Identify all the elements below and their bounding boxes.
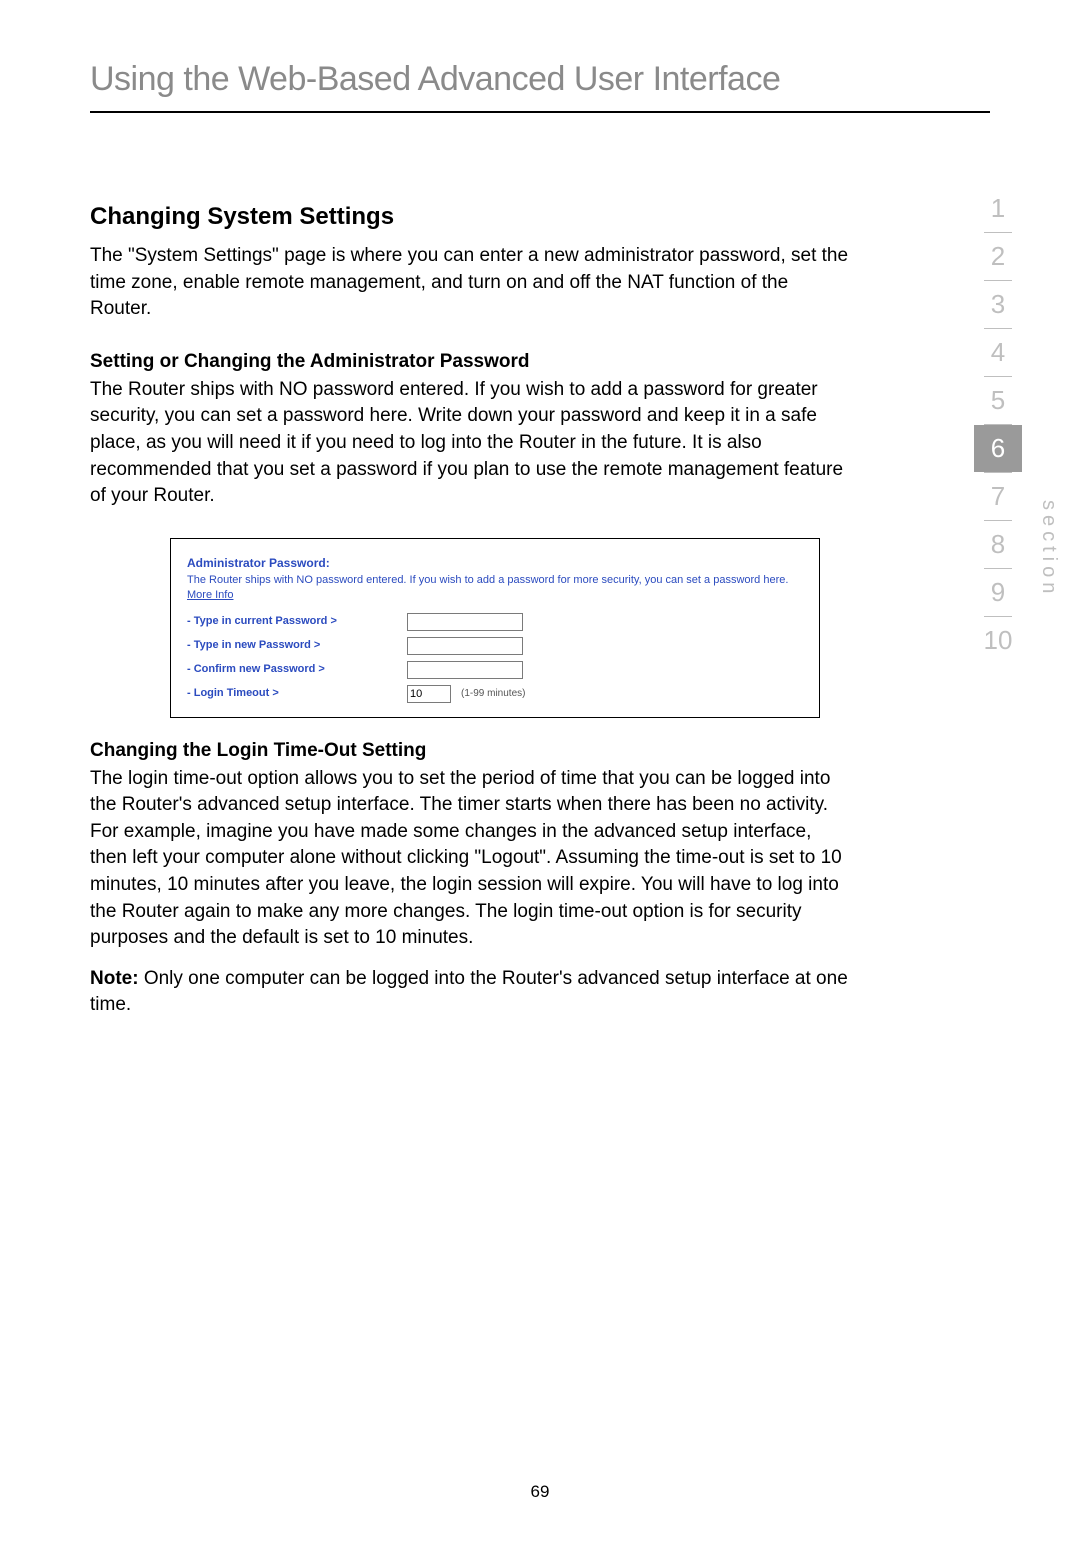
section-nav-item-4[interactable]: 4 — [974, 329, 1022, 376]
note-paragraph: Note: Only one computer can be logged in… — [90, 966, 850, 1019]
current-password-input[interactable] — [407, 613, 523, 631]
more-info-link[interactable]: More Info — [187, 589, 233, 601]
section-nav-item-3[interactable]: 3 — [974, 281, 1022, 328]
intro-paragraph: The "System Settings" page is where you … — [90, 243, 850, 323]
section-nav: 12345678910 — [974, 185, 1022, 664]
confirm-password-input[interactable] — [407, 661, 523, 679]
section-nav-item-8[interactable]: 8 — [974, 521, 1022, 568]
row-login-timeout: - Login Timeout > (1-99 minutes) — [187, 685, 803, 703]
section-nav-item-2[interactable]: 2 — [974, 233, 1022, 280]
panel-desc-text: The Router ships with NO password entere… — [187, 574, 788, 586]
row-current-password: - Type in current Password > — [187, 613, 803, 631]
new-password-input[interactable] — [407, 637, 523, 655]
section-nav-item-9[interactable]: 9 — [974, 569, 1022, 616]
row-confirm-password: - Confirm new Password > — [187, 661, 803, 679]
row-new-password: - Type in new Password > — [187, 637, 803, 655]
heading-changing-system-settings: Changing System Settings — [90, 203, 850, 231]
section-nav-item-1[interactable]: 1 — [974, 185, 1022, 232]
heading-login-timeout: Changing the Login Time-Out Setting — [90, 740, 850, 762]
title-rule — [90, 111, 990, 113]
login-timeout-paragraph: The login time-out option allows you to … — [90, 766, 850, 952]
label-current-password: - Type in current Password > — [187, 614, 407, 629]
section-nav-item-6[interactable]: 6 — [974, 425, 1022, 472]
panel-description: The Router ships with NO password entere… — [187, 573, 803, 603]
label-login-timeout: - Login Timeout > — [187, 686, 407, 701]
heading-admin-password: Setting or Changing the Administrator Pa… — [90, 351, 850, 373]
admin-password-panel: Administrator Password: The Router ships… — [170, 538, 820, 718]
panel-title: Administrator Password: — [187, 555, 803, 571]
section-nav-item-7[interactable]: 7 — [974, 473, 1022, 520]
section-nav-item-5[interactable]: 5 — [974, 377, 1022, 424]
section-label: section — [1037, 500, 1060, 598]
section-nav-item-10[interactable]: 10 — [974, 617, 1022, 664]
login-timeout-hint: (1-99 minutes) — [461, 687, 525, 701]
note-label: Note: — [90, 968, 139, 989]
label-confirm-password: - Confirm new Password > — [187, 662, 407, 677]
page-title: Using the Web-Based Advanced User Interf… — [90, 60, 990, 99]
content: Changing System Settings The "System Set… — [90, 203, 990, 1019]
admin-password-paragraph: The Router ships with NO password entere… — [90, 377, 850, 510]
login-timeout-input[interactable] — [407, 685, 451, 703]
note-text: Only one computer can be logged into the… — [90, 968, 848, 1016]
page-number: 69 — [0, 1482, 1080, 1502]
label-new-password: - Type in new Password > — [187, 638, 407, 653]
